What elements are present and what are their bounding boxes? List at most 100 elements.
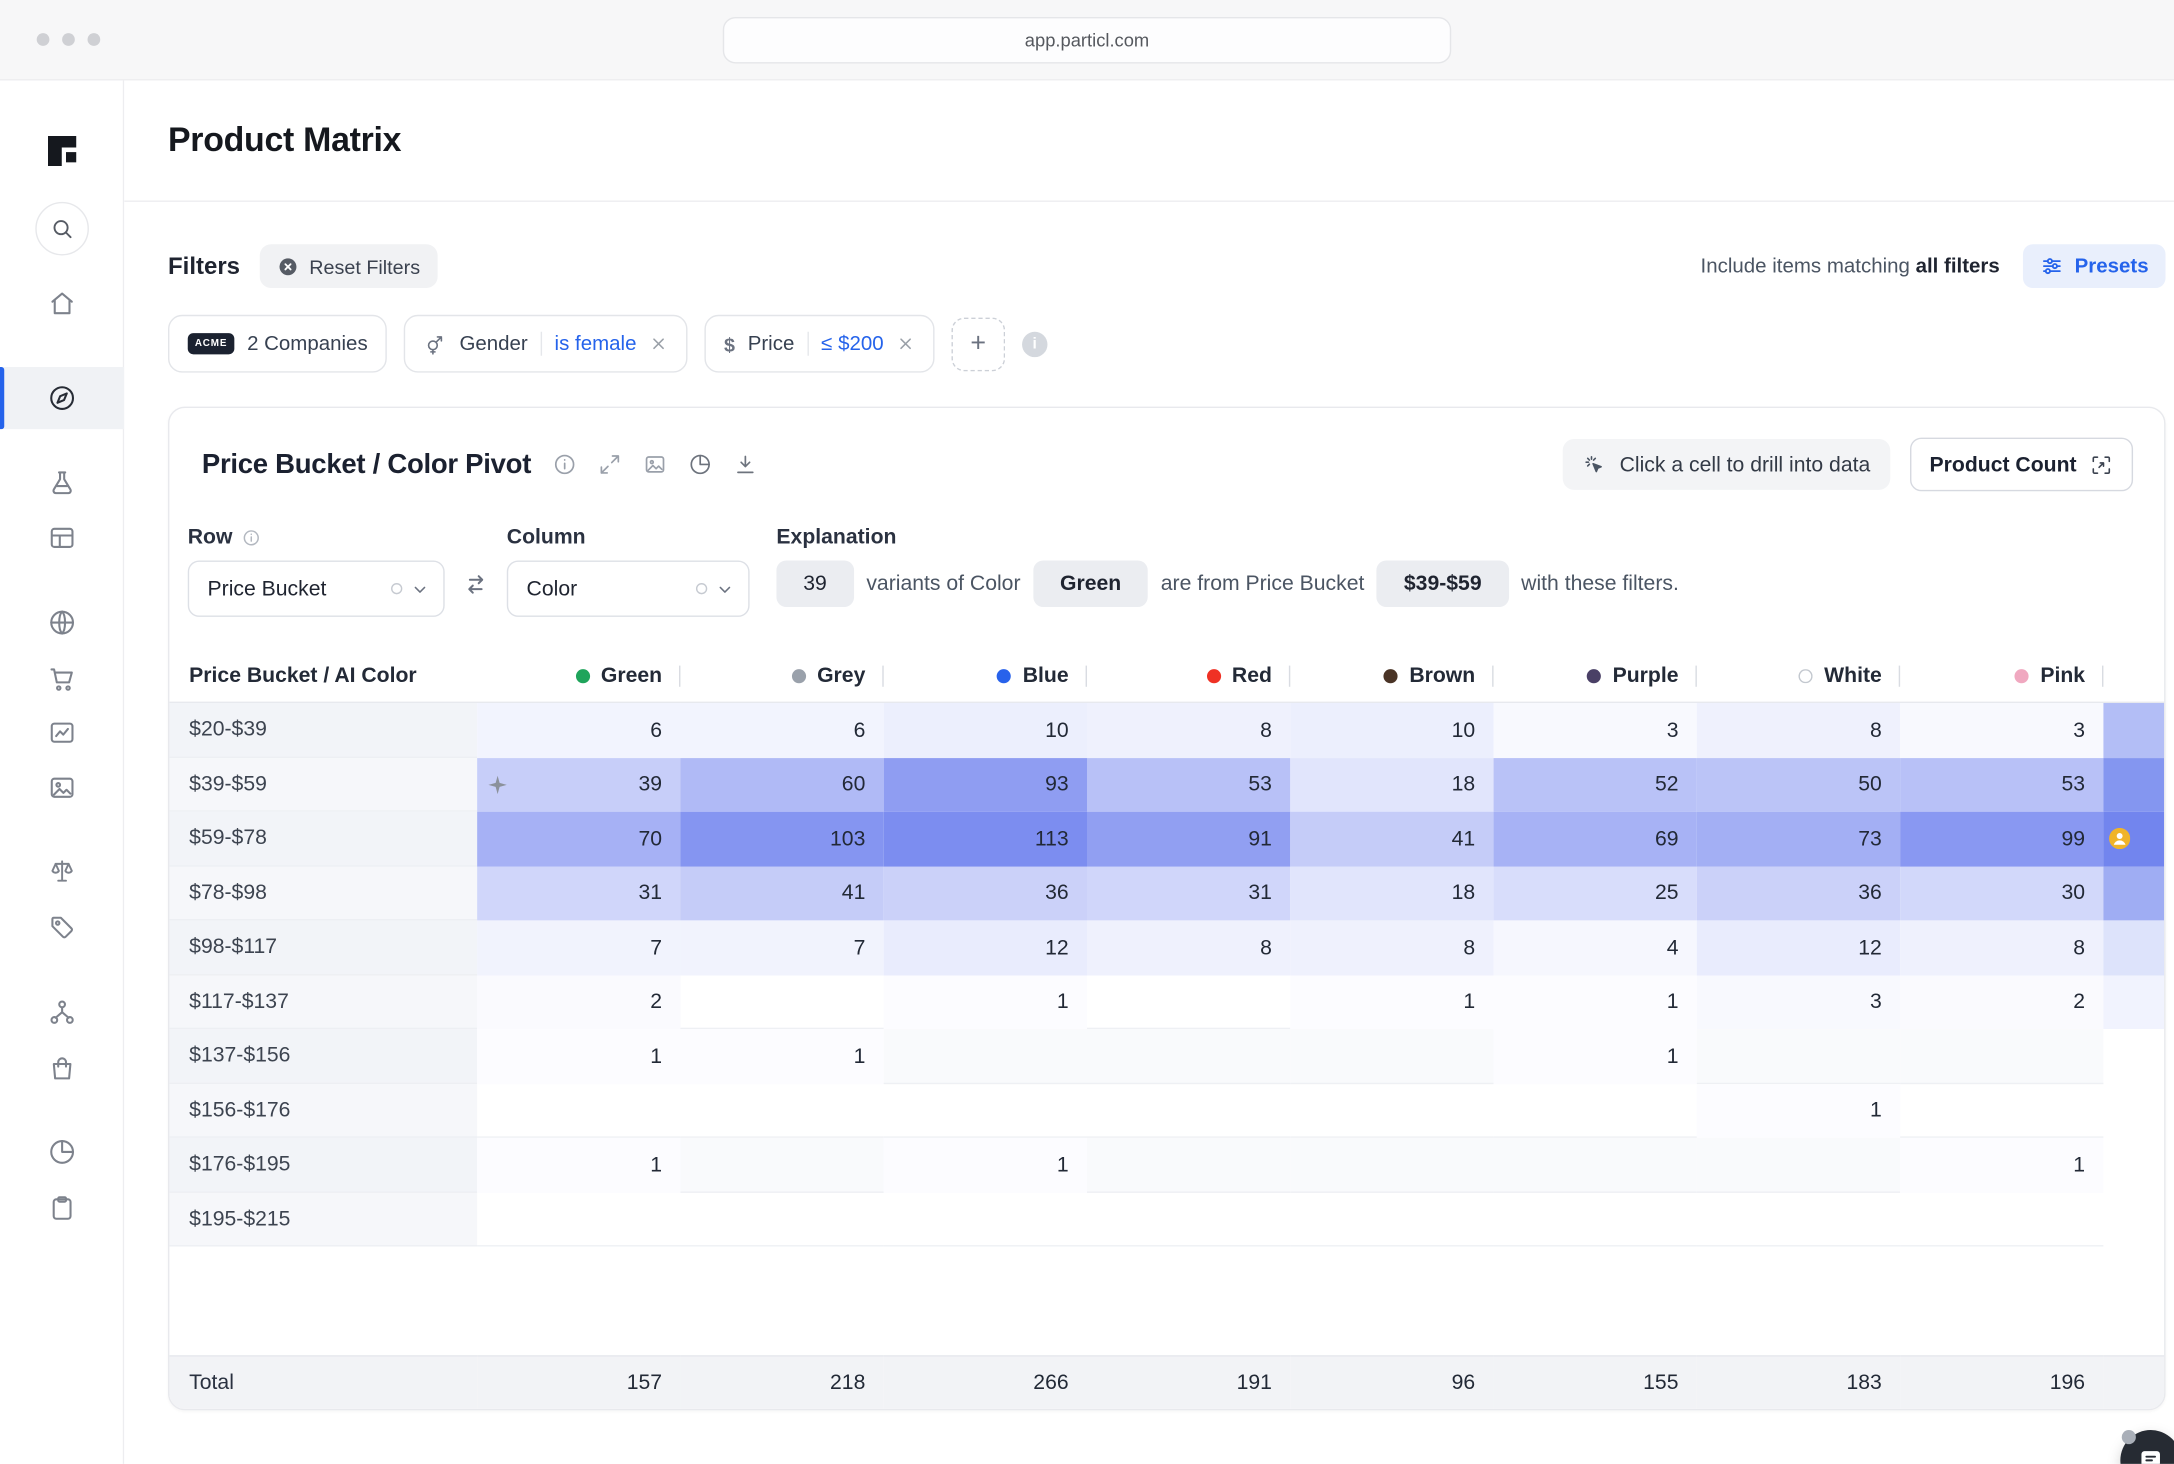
pivot-cell[interactable]: [1494, 1138, 1697, 1192]
pivot-cell[interactable]: 6: [680, 703, 883, 757]
chart-type-button[interactable]: [688, 452, 713, 477]
pivot-cell[interactable]: [680, 975, 883, 1029]
window-dot[interactable]: [88, 33, 101, 46]
sidebar-item-chart-frame[interactable]: [0, 711, 124, 753]
sidebar-item-share[interactable]: [0, 1131, 124, 1173]
pivot-cell[interactable]: 41: [1290, 812, 1493, 866]
pivot-cell[interactable]: 31: [1087, 866, 1290, 920]
presets-button[interactable]: Presets: [2022, 244, 2165, 288]
sidebar-item-home[interactable]: [0, 282, 124, 324]
sidebar-item-lab[interactable]: [0, 462, 124, 504]
pivot-cell[interactable]: 1: [1494, 1029, 1697, 1083]
sidebar-item-explore[interactable]: [0, 367, 124, 429]
pivot-cell[interactable]: 12: [1697, 920, 1900, 974]
pivot-cell[interactable]: 30: [1900, 866, 2103, 920]
sidebar-item-images[interactable]: [0, 767, 124, 809]
pivot-cell[interactable]: 91: [1087, 812, 1290, 866]
pivot-cell[interactable]: 4: [1494, 920, 1697, 974]
sidebar-item-globe[interactable]: [0, 601, 124, 643]
pivot-cell[interactable]: 73: [1697, 812, 1900, 866]
pivot-cell[interactable]: 10: [884, 703, 1087, 757]
sidebar-item-compare[interactable]: [0, 850, 124, 892]
window-dot[interactable]: [62, 33, 75, 46]
filter-chip-price[interactable]: $ Price ≤ $200: [704, 315, 934, 373]
pivot-cell[interactable]: [1900, 1192, 2103, 1246]
pivot-cell-overflow[interactable]: [2103, 812, 2164, 866]
pivot-cell[interactable]: 52: [1494, 757, 1697, 811]
pivot-cell[interactable]: 1: [1494, 975, 1697, 1029]
sidebar-item-pricing[interactable]: [0, 906, 124, 948]
pivot-cell[interactable]: 3: [1900, 703, 2103, 757]
metric-button[interactable]: Product Count: [1910, 438, 2133, 492]
pivot-cell[interactable]: 1: [477, 1029, 680, 1083]
pivot-cell[interactable]: [1290, 1192, 1493, 1246]
window-controls[interactable]: [37, 33, 101, 46]
pivot-cell[interactable]: [1087, 1138, 1290, 1192]
pivot-cell-overflow[interactable]: [2103, 1083, 2164, 1137]
pivot-cell[interactable]: [1087, 1029, 1290, 1083]
pivot-cell[interactable]: [1087, 975, 1290, 1029]
pivot-cell[interactable]: 1: [1290, 975, 1493, 1029]
pivot-cell[interactable]: [680, 1192, 883, 1246]
pivot-cell[interactable]: 18: [1290, 866, 1493, 920]
pivot-cell[interactable]: [1697, 1192, 1900, 1246]
filter-chip-companies[interactable]: ACME 2 Companies: [168, 315, 387, 373]
pivot-cell[interactable]: [1494, 1083, 1697, 1137]
pivot-cell-overflow[interactable]: [2103, 703, 2164, 757]
pivot-cell[interactable]: 12: [884, 920, 1087, 974]
particl-logo-icon[interactable]: [40, 130, 82, 172]
add-filter-button[interactable]: +: [951, 317, 1005, 371]
image-export-button[interactable]: [643, 452, 668, 477]
pivot-cell[interactable]: 50: [1697, 757, 1900, 811]
pivot-cell[interactable]: 41: [680, 866, 883, 920]
pivot-cell[interactable]: 25: [1494, 866, 1697, 920]
pivot-cell-overflow[interactable]: [2103, 1192, 2164, 1246]
pivot-cell[interactable]: 53: [1087, 757, 1290, 811]
pivot-info-button[interactable]: [552, 452, 577, 477]
swap-axes-button[interactable]: [462, 570, 490, 598]
pivot-cell[interactable]: 93: [884, 757, 1087, 811]
pivot-cell[interactable]: [477, 1083, 680, 1137]
sidebar-item-tables[interactable]: [0, 517, 124, 559]
pivot-cell[interactable]: [1494, 1192, 1697, 1246]
pivot-cell[interactable]: 1: [1697, 1083, 1900, 1137]
pivot-cell[interactable]: 1: [680, 1029, 883, 1083]
pivot-cell[interactable]: 6: [477, 703, 680, 757]
sidebar-item-cart[interactable]: [0, 658, 124, 700]
pivot-cell[interactable]: [1900, 1029, 2103, 1083]
url-bar[interactable]: app.particl.com: [723, 16, 1451, 63]
search-button[interactable]: [35, 202, 89, 256]
pivot-cell[interactable]: [1290, 1083, 1493, 1137]
pivot-cell[interactable]: [884, 1192, 1087, 1246]
info-icon[interactable]: i: [1022, 331, 1047, 356]
pivot-cell[interactable]: [1290, 1138, 1493, 1192]
pivot-cell[interactable]: 60: [680, 757, 883, 811]
pivot-cell[interactable]: 7: [477, 920, 680, 974]
pivot-cell-overflow[interactable]: [2103, 920, 2164, 974]
pivot-cell[interactable]: 8: [1087, 703, 1290, 757]
pivot-cell[interactable]: 8: [1290, 920, 1493, 974]
pivot-cell[interactable]: 1: [884, 1138, 1087, 1192]
pivot-cell-overflow[interactable]: [2103, 1029, 2164, 1083]
pivot-cell[interactable]: 99: [1900, 812, 2103, 866]
pivot-cell[interactable]: 39: [477, 757, 680, 811]
remove-filter-icon[interactable]: [896, 335, 914, 353]
pivot-cell[interactable]: 7: [680, 920, 883, 974]
pivot-cell[interactable]: 69: [1494, 812, 1697, 866]
pivot-cell[interactable]: 36: [884, 866, 1087, 920]
pivot-cell[interactable]: 8: [1697, 703, 1900, 757]
pivot-cell[interactable]: 2: [477, 975, 680, 1029]
pivot-cell[interactable]: 8: [1900, 920, 2103, 974]
expand-button[interactable]: [597, 452, 622, 477]
pivot-cell[interactable]: 103: [680, 812, 883, 866]
pivot-cell[interactable]: [1900, 1083, 2103, 1137]
sidebar-item-shopping[interactable]: [0, 1047, 124, 1089]
pivot-cell[interactable]: [1697, 1138, 1900, 1192]
remove-filter-icon[interactable]: [649, 335, 667, 353]
window-dot[interactable]: [37, 33, 50, 46]
pivot-cell[interactable]: [884, 1083, 1087, 1137]
pivot-cell[interactable]: [1290, 1029, 1493, 1083]
sidebar-item-reports[interactable]: [0, 1187, 124, 1229]
pivot-cell-overflow[interactable]: [2103, 757, 2164, 811]
pivot-cell-overflow[interactable]: [2103, 1138, 2164, 1192]
